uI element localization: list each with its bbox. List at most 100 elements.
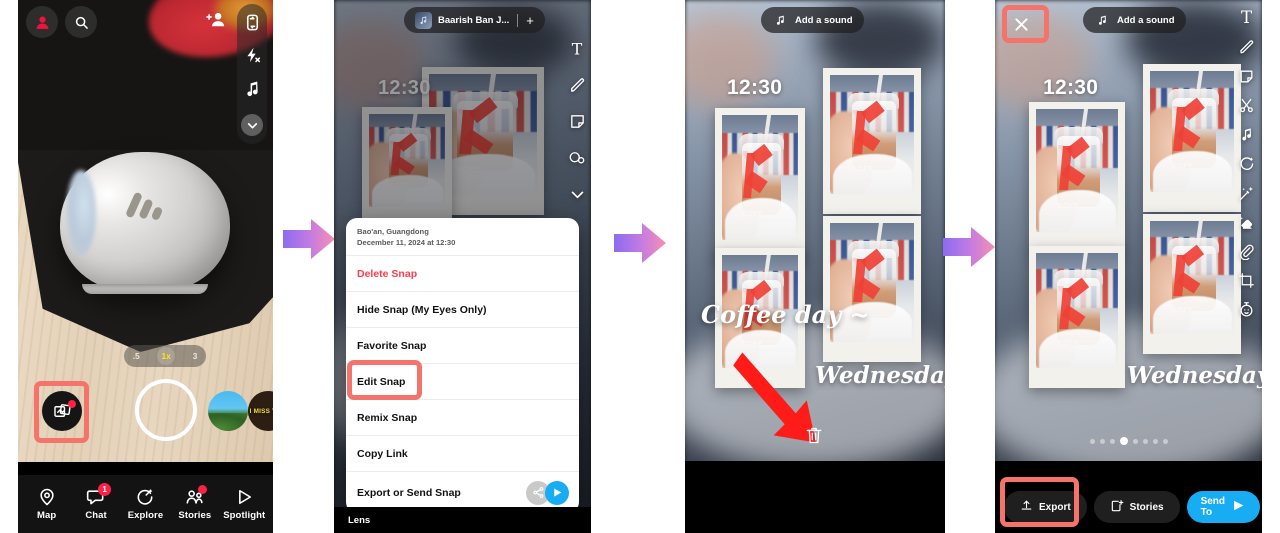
trash-icon[interactable] xyxy=(804,425,824,449)
polaroid-photo-left-top[interactable]: COFF xyxy=(715,108,805,260)
profile-avatar-icon[interactable] xyxy=(26,6,58,38)
music-note-icon[interactable] xyxy=(1238,126,1255,143)
send-arrow-icon xyxy=(1231,498,1246,516)
camera-viewfinder xyxy=(18,0,273,533)
favorite-snap-row[interactable]: Favorite Snap xyxy=(346,327,579,363)
magic-wand-icon[interactable] xyxy=(1238,185,1255,202)
bottom-nav-bar: Map 1 Chat Explore Stories Spotlight xyxy=(18,475,273,533)
zoom-level-pill[interactable]: .5 1x 3 xyxy=(124,345,206,367)
polaroid-photo-right-top[interactable]: COFF xyxy=(823,68,921,214)
scissors-tool-icon[interactable] xyxy=(1238,97,1255,114)
send-to-button[interactable]: Send To xyxy=(1186,491,1261,523)
polaroid-photo-left-top[interactable]: COFF xyxy=(1029,102,1125,252)
page-dot-3[interactable] xyxy=(1109,438,1115,444)
search-icon[interactable] xyxy=(65,6,97,38)
shutter-button[interactable] xyxy=(135,379,197,441)
copy-link-label: Copy Link xyxy=(357,447,408,460)
page-dot-4-active[interactable] xyxy=(1119,437,1128,445)
page-dot-7[interactable] xyxy=(1152,438,1158,444)
delete-snap-label: Delete Snap xyxy=(357,267,418,280)
nav-item-spotlight[interactable]: Spotlight xyxy=(221,487,267,521)
sticker-tool-icon[interactable] xyxy=(1238,68,1255,85)
export-button-label: Export xyxy=(1039,501,1071,513)
copy-link-row[interactable]: Copy Link xyxy=(346,435,579,471)
attachment-paperclip-icon[interactable] xyxy=(1238,243,1255,260)
page-dots xyxy=(1089,437,1168,445)
polaroid-photo-left-bottom[interactable]: COFF xyxy=(1029,246,1125,388)
page-dot-8[interactable] xyxy=(1162,438,1168,444)
timer-icon[interactable] xyxy=(1238,301,1255,318)
close-button[interactable] xyxy=(1007,10,1035,38)
delete-snap-row[interactable]: Delete Snap xyxy=(346,255,579,291)
edit-snap-row[interactable]: Edit Snap xyxy=(346,363,579,399)
stories-button-label: Stories xyxy=(1129,501,1164,513)
hide-snap-label: Hide Snap (My Eyes Only) xyxy=(357,303,487,316)
remix-snap-row[interactable]: Remix Snap xyxy=(346,399,579,435)
export-button[interactable]: Export xyxy=(1004,491,1087,523)
sound-pill[interactable]: Add a sound xyxy=(1083,7,1186,33)
page-dot-6[interactable] xyxy=(1142,438,1148,444)
page-dot-5[interactable] xyxy=(1132,438,1138,444)
sound-pill-add[interactable]: + xyxy=(526,13,534,28)
flow-arrow-3 xyxy=(941,224,999,270)
eraser-tool-icon[interactable] xyxy=(1238,214,1255,231)
sound-pill[interactable]: Baarish Ban J... + xyxy=(404,7,545,33)
flip-camera-icon[interactable] xyxy=(243,13,262,32)
hide-snap-row[interactable]: Hide Snap (My Eyes Only) xyxy=(346,291,579,327)
edifier-logo-icon xyxy=(125,190,168,224)
chevron-down-icon[interactable] xyxy=(241,114,263,136)
stories-button[interactable]: Stories xyxy=(1093,491,1180,523)
zoom-option-2[interactable]: 3 xyxy=(193,351,198,361)
crop-tool-icon[interactable] xyxy=(1238,272,1255,289)
memories-badge-dot xyxy=(68,400,76,408)
page-dot-1[interactable] xyxy=(1089,438,1095,444)
zoom-option-1-active[interactable]: 1x xyxy=(157,347,176,365)
sticker-tool-icon[interactable] xyxy=(569,113,586,130)
nav-item-chat[interactable]: 1 Chat xyxy=(73,483,119,521)
text-tool-icon[interactable]: T xyxy=(1237,8,1256,27)
music-note-icon[interactable] xyxy=(243,79,262,98)
draw-tool-icon[interactable] xyxy=(1238,39,1255,56)
polaroid-photo-right-bottom[interactable]: COFF xyxy=(823,216,921,362)
edit-snap-label: Edit Snap xyxy=(357,375,406,388)
nav-item-explore[interactable]: Explore xyxy=(122,487,168,521)
favorite-snap-label: Favorite Snap xyxy=(357,339,427,352)
flow-arrow-1 xyxy=(281,216,339,262)
chevron-down-icon[interactable] xyxy=(569,186,586,203)
nav-item-stories[interactable]: Stories xyxy=(172,485,218,521)
text-tool-icon[interactable]: T xyxy=(568,40,586,58)
panel-snapchat-camera: .5 1x 3 I MISS YOU xyxy=(18,0,273,533)
explore-sparkle-icon xyxy=(135,487,155,507)
caption-coffee-day[interactable]: Coffee day ~ xyxy=(701,300,870,329)
remix-snap-label: Remix Snap xyxy=(357,411,418,424)
snap-edit-export-screen: COFF COFF COFF COFF 12:30 Wednesday xyxy=(995,0,1262,533)
caption-wednesday[interactable]: Wednesday xyxy=(1127,362,1262,389)
stories-add-icon xyxy=(1110,499,1124,516)
panel-snap-edit-drag: COFF COFF COFF COFF 12:30 Coffee day ~ W… xyxy=(685,0,945,533)
lens-label-text: Lens xyxy=(348,514,371,526)
sound-pill[interactable]: Add a sound xyxy=(761,7,864,33)
panel-snap-options: COFF COFF 12:30 Baarish Ban J... + xyxy=(334,0,591,533)
polaroid-photo-right-top[interactable]: COFF xyxy=(1143,64,1241,212)
lens-footer-label: Lens xyxy=(334,507,591,533)
add-friend-icon[interactable] xyxy=(206,10,227,34)
draw-tool-icon[interactable] xyxy=(569,77,586,94)
zoom-option-0[interactable]: .5 xyxy=(133,351,140,361)
time-overlay: 12:30 xyxy=(1043,76,1099,99)
edit-tool-rail: T xyxy=(1237,8,1256,318)
page-dot-2[interactable] xyxy=(1099,438,1105,444)
nav-label-map: Map xyxy=(37,510,57,521)
polaroid-photo-right-bottom[interactable]: COFF xyxy=(1143,214,1241,354)
lens-tool-icon[interactable] xyxy=(1238,155,1256,173)
row-actions xyxy=(526,480,569,505)
snap-location: Bao'an, Guangdong xyxy=(357,227,429,236)
nav-label-explore: Explore xyxy=(127,510,164,521)
cameo-tool-icon[interactable] xyxy=(568,149,586,167)
memories-button[interactable] xyxy=(42,391,82,431)
sound-pill-title: Baarish Ban J... xyxy=(438,14,510,26)
map-pin-icon xyxy=(37,487,57,507)
send-icon[interactable] xyxy=(545,480,569,505)
nav-item-map[interactable]: Map xyxy=(24,487,70,521)
story-thumb-nature[interactable] xyxy=(208,391,248,431)
flash-off-icon[interactable] xyxy=(243,46,262,65)
